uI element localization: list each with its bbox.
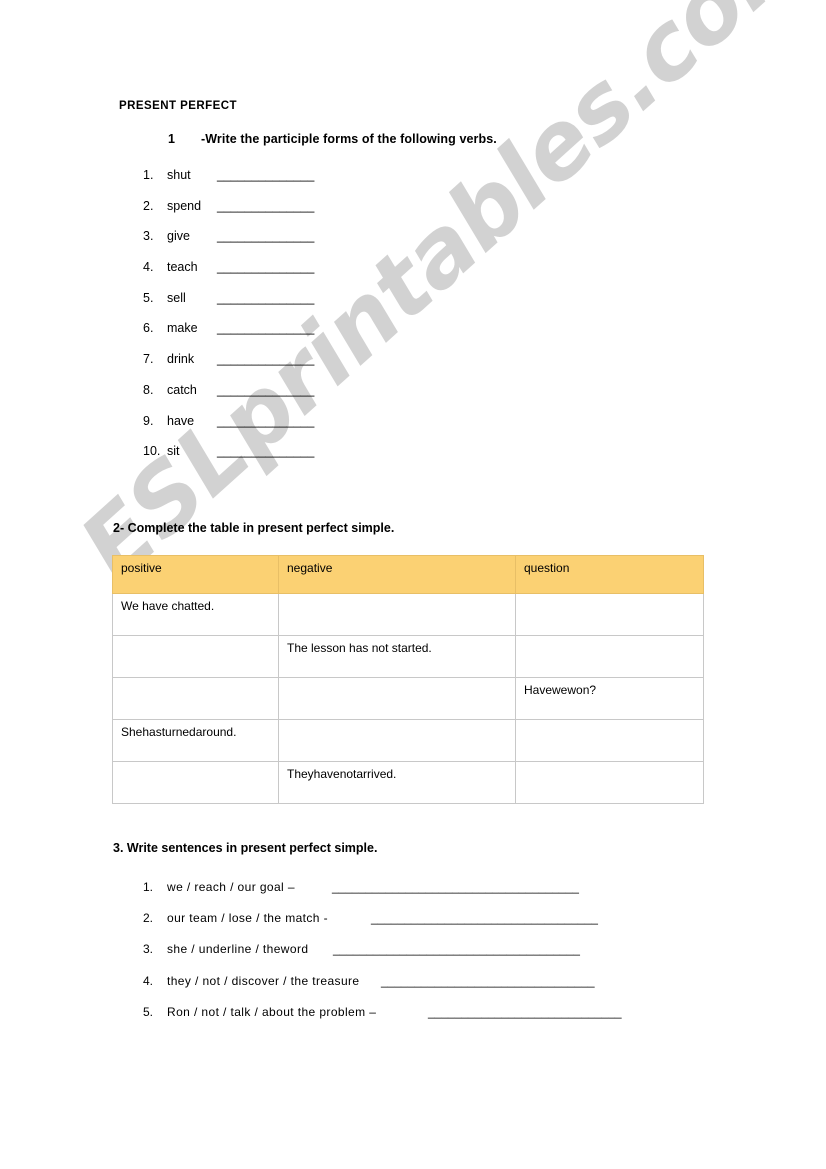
- table-cell-positive[interactable]: We have chatted.: [112, 593, 279, 636]
- page-title: PRESENT PERFECT: [119, 100, 237, 112]
- verb-item-word: sit: [167, 444, 180, 459]
- table-row: Theyhavenotarrived.: [112, 761, 704, 804]
- section-3-instruction: 3. Write sentences in present perfect si…: [113, 841, 378, 855]
- table-cell-question[interactable]: [515, 593, 704, 636]
- verb-item-word: teach: [167, 260, 198, 275]
- verb-answer-blank[interactable]: ______________: [217, 199, 314, 213]
- table-cell-negative[interactable]: The lesson has not started.: [278, 635, 516, 678]
- verb-row: 6. make ______________: [143, 321, 463, 352]
- table-cell-question[interactable]: [515, 761, 704, 804]
- table-header-question: question: [515, 555, 704, 594]
- verb-answer-blank[interactable]: ______________: [217, 321, 314, 335]
- verb-list: 1. shut ______________ 2. spend _____________…: [143, 168, 463, 475]
- sentence-row: 4. they / not / discover / the treasure __…: [143, 974, 723, 1005]
- sentence-answer-blank[interactable]: _____________________________________: [332, 880, 579, 894]
- table-cell-question[interactable]: Havewewon?: [515, 677, 704, 720]
- verb-item-number: 10.: [143, 444, 161, 459]
- table-cell-positive[interactable]: [112, 677, 279, 720]
- table-row: Shehasturnedaround.: [112, 719, 704, 762]
- sentence-prompt: our team / lose / the match -: [167, 911, 328, 926]
- sentence-answer-blank[interactable]: _____________________________________: [333, 942, 580, 956]
- sentence-prompt: Ron / not / talk / about the problem –: [167, 1004, 377, 1019]
- verb-item-word: drink: [167, 352, 195, 367]
- verb-row: 5. sell ______________: [143, 291, 463, 322]
- verb-item-number: 9.: [143, 413, 154, 428]
- verb-item-word: make: [167, 321, 198, 336]
- verb-item-word: spend: [167, 198, 202, 213]
- sentence-answer-blank[interactable]: _____________________________: [428, 1005, 622, 1019]
- sentence-row: 2. our team / lose / the match - _________…: [143, 911, 723, 942]
- sentence-row: 1. we / reach / our goal – _______________…: [143, 880, 723, 911]
- verb-row: 2. spend ______________: [143, 199, 463, 230]
- table-cell-negative[interactable]: [278, 719, 516, 762]
- table-header-positive: positive: [112, 555, 279, 594]
- verb-item-word: have: [167, 413, 195, 428]
- verb-row: 4. teach ______________: [143, 260, 463, 291]
- verb-item-number: 2.: [143, 198, 154, 213]
- present-perfect-table: positive negative question We have chatt…: [112, 555, 704, 804]
- verb-item-number: 3.: [143, 229, 154, 244]
- sentence-prompt: she / underline / theword: [167, 942, 309, 957]
- verb-item-word: shut: [167, 168, 191, 182]
- verb-row: 9. have ______________: [143, 414, 463, 445]
- section-1-instruction: 1 -Write the participle forms of the foll…: [168, 132, 497, 146]
- verb-answer-blank[interactable]: ______________: [217, 291, 314, 305]
- verb-answer-blank[interactable]: ______________: [217, 168, 314, 182]
- table-header-negative: negative: [278, 555, 516, 594]
- table-cell-negative[interactable]: [278, 677, 516, 720]
- sentence-row: 3. she / underline / theword _____________…: [143, 942, 723, 973]
- verb-row: 8. catch ______________: [143, 383, 463, 414]
- sentence-list: 1. we / reach / our goal – _______________…: [143, 880, 723, 1036]
- verb-item-number: 4.: [143, 260, 154, 275]
- sentence-answer-blank[interactable]: ________________________________: [381, 974, 595, 988]
- table-head: positive negative question: [112, 555, 704, 594]
- table-body: We have chatted. The lesson has not start…: [112, 593, 704, 804]
- section-1-instruction-text: -Write the participle forms of the follo…: [201, 132, 497, 146]
- sentence-item-number: 2.: [143, 911, 154, 926]
- section-2-instruction: 2- Complete the table in present perfect…: [113, 521, 395, 535]
- sentence-item-number: 4.: [143, 973, 154, 988]
- verb-answer-blank[interactable]: ______________: [217, 260, 314, 274]
- verb-item-number: 1.: [143, 168, 154, 182]
- worksheet-page: ESLprintables.com PRESENT PERFECT 1 -Writ…: [0, 0, 826, 1169]
- table-row: We have chatted.: [112, 593, 704, 636]
- verb-answer-blank[interactable]: ______________: [217, 229, 314, 243]
- verb-row: 1. shut ______________: [143, 168, 463, 199]
- section-1-number: 1: [168, 132, 176, 146]
- sentence-item-number: 5.: [143, 1004, 154, 1019]
- verb-item-word: catch: [167, 382, 197, 397]
- table-cell-positive[interactable]: [112, 761, 279, 804]
- table-row: Havewewon?: [112, 677, 704, 720]
- table-cell-positive[interactable]: Shehasturnedaround.: [112, 719, 279, 762]
- verb-answer-blank[interactable]: ______________: [217, 352, 314, 366]
- verb-answer-blank[interactable]: ______________: [217, 444, 314, 458]
- verb-item-number: 6.: [143, 321, 154, 336]
- table-header-row: positive negative question: [112, 555, 704, 594]
- verb-answer-blank[interactable]: ______________: [217, 383, 314, 397]
- sentence-prompt: we / reach / our goal –: [167, 880, 295, 894]
- verb-item-number: 7.: [143, 352, 154, 367]
- table-cell-positive[interactable]: [112, 635, 279, 678]
- table-row: The lesson has not started.: [112, 635, 704, 678]
- table-cell-negative[interactable]: [278, 593, 516, 636]
- verb-row: 3. give ______________: [143, 229, 463, 260]
- sentence-prompt: they / not / discover / the treasure: [167, 973, 360, 988]
- table-cell-negative[interactable]: Theyhavenotarrived.: [278, 761, 516, 804]
- verb-row: 7. drink ______________: [143, 352, 463, 383]
- sentence-item-number: 1.: [143, 880, 154, 894]
- sentence-row: 5. Ron / not / talk / about the problem –…: [143, 1005, 723, 1036]
- verb-answer-blank[interactable]: ______________: [217, 414, 314, 428]
- verb-item-number: 5.: [143, 290, 154, 305]
- sentence-answer-blank[interactable]: __________________________________: [371, 911, 598, 925]
- verb-row: 10. sit ______________: [143, 444, 463, 475]
- verb-item-number: 8.: [143, 382, 154, 397]
- table-cell-question[interactable]: [515, 719, 704, 762]
- table-cell-question[interactable]: [515, 635, 704, 678]
- verb-item-word: give: [167, 229, 190, 244]
- sentence-item-number: 3.: [143, 942, 154, 957]
- verb-item-word: sell: [167, 290, 186, 305]
